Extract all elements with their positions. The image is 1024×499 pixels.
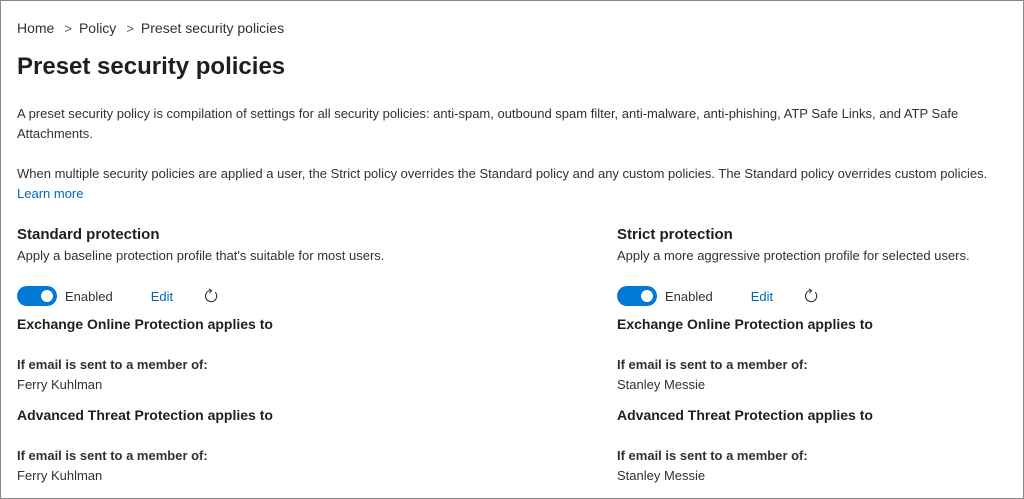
toggle-knob: [41, 290, 53, 302]
breadcrumb-separator: >: [126, 20, 134, 36]
learn-more-link[interactable]: Learn more: [17, 186, 83, 201]
breadcrumb-current: Preset security policies: [140, 20, 285, 36]
standard-protection-title: Standard protection: [17, 226, 160, 243]
standard-edit-link[interactable]: Edit: [151, 289, 173, 304]
toggle-knob: [641, 290, 653, 302]
breadcrumb: Home > Policy > Preset security policies: [17, 20, 284, 36]
standard-atp-title: Advanced Threat Protection applies to: [17, 407, 273, 423]
standard-eop-value: Ferry Kuhlman: [17, 377, 103, 392]
breadcrumb-separator: >: [64, 20, 72, 36]
standard-protection-section: Standard protection Apply a baseline pro…: [17, 225, 417, 483]
page-frame: Home > Policy > Preset security policies…: [0, 0, 1024, 499]
standard-eop-condition: If email is sent to a member of:: [17, 357, 208, 372]
strict-eop-block: Exchange Online Protection applies to: [617, 314, 873, 334]
page-description: A preset security policy is compilation …: [17, 106, 959, 141]
strict-toggle-state: Enabled: [665, 288, 713, 304]
standard-eop-title: Exchange Online Protection applies to: [17, 316, 273, 332]
standard-atp-value: Ferry Kuhlman: [17, 468, 103, 483]
strict-atp-condition-block: If email is sent to a member of: Stanley…: [617, 446, 808, 486]
precedence-text: When multiple security policies are appl…: [17, 166, 988, 181]
strict-protection-section: Strict protection Apply a more aggressiv…: [617, 225, 1017, 483]
standard-eop-block: Exchange Online Protection applies to: [17, 314, 273, 334]
strict-atp-condition: If email is sent to a member of:: [617, 448, 808, 463]
standard-eop-condition-block: If email is sent to a member of: Ferry K…: [17, 355, 208, 395]
strict-protection-subtitle: Apply a more aggressive protection profi…: [617, 248, 970, 263]
strict-edit-link[interactable]: Edit: [751, 289, 773, 304]
strict-atp-block: Advanced Threat Protection applies to: [617, 405, 873, 425]
strict-atp-value: Stanley Messie: [617, 468, 706, 483]
standard-protection-controls: Enabled Edit: [17, 285, 417, 307]
strict-eop-value: Stanley Messie: [617, 377, 706, 392]
policy-precedence-description: When multiple security policies are appl…: [17, 164, 1009, 204]
standard-protection-subtitle: Apply a baseline protection profile that…: [17, 248, 385, 263]
breadcrumb-policy[interactable]: Policy: [79, 20, 116, 36]
strict-atp-title: Advanced Threat Protection applies to: [617, 407, 873, 423]
strict-protection-toggle[interactable]: [617, 286, 657, 306]
strict-protection-title: Strict protection: [617, 226, 733, 243]
strict-protection-controls: Enabled Edit: [617, 285, 1017, 307]
strict-eop-condition: If email is sent to a member of:: [617, 357, 808, 372]
standard-atp-condition: If email is sent to a member of:: [17, 448, 208, 463]
refresh-icon[interactable]: [203, 288, 219, 304]
standard-protection-toggle[interactable]: [17, 286, 57, 306]
standard-atp-block: Advanced Threat Protection applies to: [17, 405, 273, 425]
standard-atp-condition-block: If email is sent to a member of: Ferry K…: [17, 446, 208, 486]
breadcrumb-home[interactable]: Home: [17, 20, 54, 36]
page-title: Preset security policies: [17, 53, 286, 80]
refresh-icon[interactable]: [803, 288, 819, 304]
strict-eop-condition-block: If email is sent to a member of: Stanley…: [617, 355, 808, 395]
standard-toggle-state: Enabled: [65, 288, 113, 304]
strict-eop-title: Exchange Online Protection applies to: [617, 316, 873, 332]
